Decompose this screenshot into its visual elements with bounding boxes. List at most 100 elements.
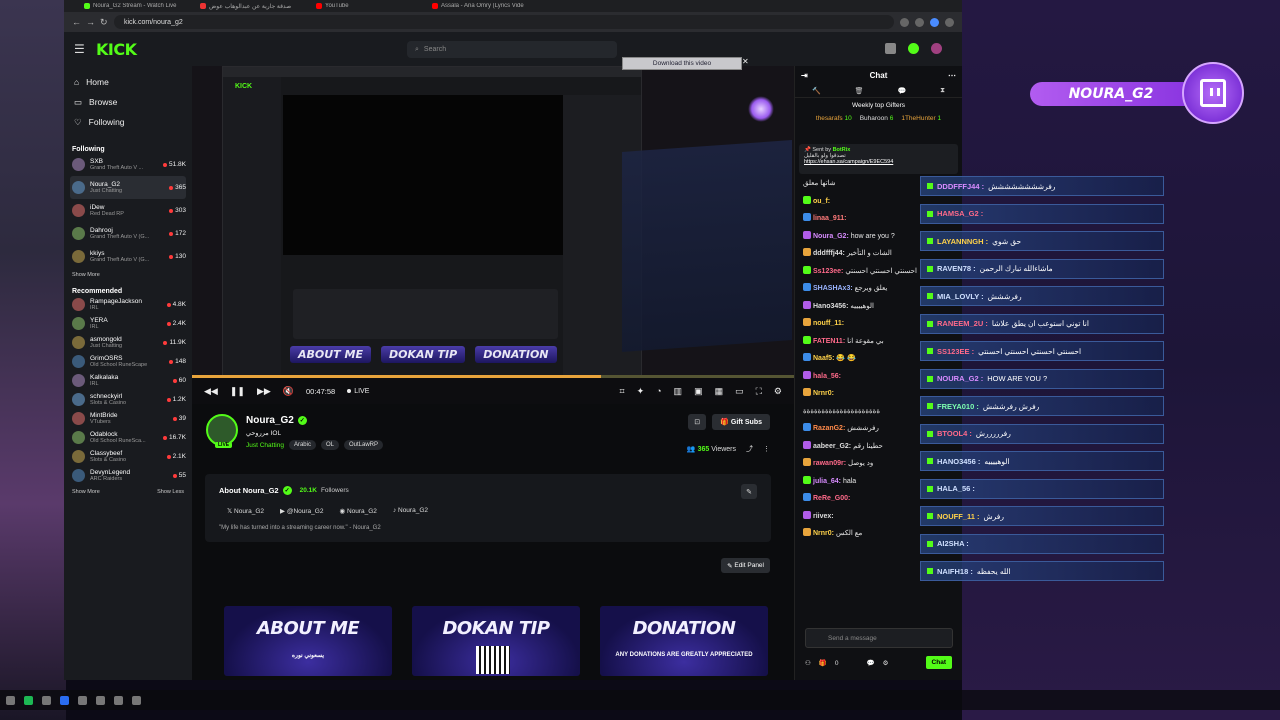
x-social-link[interactable]: 𝕏 Noura_G2 — [227, 507, 264, 515]
video-player[interactable]: KICK ABOUT ME DOKAN TIP DONATION ◀◀ ❚❚ ▶… — [192, 66, 794, 404]
gift-subs-button[interactable]: 🎁 Gift Subs — [712, 414, 770, 430]
chat-username[interactable]: ReRe_G00: — [813, 495, 850, 502]
more-icon[interactable]: ⋮ — [763, 445, 770, 453]
sidebar-channel[interactable]: kkiys Grand Theft Auto V (G... 130 — [70, 245, 186, 268]
app-icon[interactable] — [42, 695, 51, 705]
gifter-3[interactable]: 1TheHunter 1 — [901, 115, 941, 122]
extension-icon[interactable] — [900, 17, 909, 27]
chat-username[interactable]: aabeer_G2: — [813, 443, 853, 450]
chat-username[interactable]: riivex: — [813, 513, 834, 520]
clip-icon[interactable]: ⌗ — [619, 386, 624, 397]
points-icon[interactable]: ⚇ — [805, 659, 811, 667]
youtube-social-link[interactable]: ▶ @Noura_G2 — [280, 507, 323, 515]
sidebar-channel[interactable]: GrimOSRS Old School RuneScape 148 — [70, 352, 186, 371]
share-icon[interactable]: ⤴ — [746, 444, 753, 454]
show-more-following[interactable]: Show More — [70, 268, 186, 282]
discord-social-link[interactable]: ◉ Noura_G2 — [339, 507, 376, 515]
chat-username[interactable]: rawan09r: — [813, 460, 848, 467]
sidebar-channel[interactable]: Noura_G2 Just Chatting 365 — [70, 176, 186, 199]
forward-icon[interactable]: → — [86, 17, 95, 27]
edit-panel-button[interactable]: ✎ Edit Panel — [721, 558, 770, 573]
chat-username[interactable]: Nrnr0: — [813, 530, 836, 537]
forward-icon[interactable]: ▶▶ — [257, 386, 271, 397]
trash-icon[interactable]: 🗑 — [855, 87, 864, 95]
chat-username[interactable]: Noura_G2: — [813, 233, 851, 240]
chat-username[interactable]: FATEN11: — [813, 338, 847, 345]
chat-username[interactable]: dddfffj44: — [813, 250, 847, 257]
sidebar-channel[interactable]: Classybeef Slots & Casino 2.1K — [70, 447, 186, 466]
start-icon[interactable] — [6, 695, 15, 705]
notification-icon[interactable]: ⊡ — [688, 414, 707, 430]
tag-chip[interactable]: OL — [320, 440, 339, 450]
search-input[interactable]: ⌕ Search — [407, 41, 617, 58]
browser-tab[interactable]: Noura_G2 Stream - Watch Live — [84, 3, 194, 9]
columns-icon[interactable]: ▥ — [674, 386, 683, 397]
fullscreen-icon[interactable]: ⛶ — [756, 386, 762, 397]
chat-username[interactable]: Naaf5: — [813, 355, 836, 362]
kick-coin-icon[interactable] — [908, 43, 919, 54]
extension-icon[interactable] — [915, 17, 924, 27]
chat-username[interactable]: SHASHAx3: — [813, 285, 855, 292]
sidebar-channel[interactable]: asmongold Just Chatting 11.9K — [70, 333, 186, 352]
sidebar-channel[interactable]: Odablock Old School RuneSca... 16.7K — [70, 428, 186, 447]
donation-panel[interactable]: DONATION ANY DONATIONS ARE GREATLY APPREC… — [600, 606, 768, 676]
about-me-panel[interactable]: ABOUT ME يسعوني نوره — [224, 606, 392, 676]
app-icon[interactable] — [60, 695, 69, 705]
browser-tab[interactable]: YouTube — [316, 3, 426, 9]
sidebar-item-browse[interactable]: ▭ Browse — [70, 92, 186, 112]
speed-icon[interactable]: ◔ — [656, 386, 661, 397]
address-bar[interactable]: kick.com/noura_g2 — [114, 15, 894, 29]
chat-bubble-icon[interactable]: 💬 — [897, 87, 906, 95]
chat-username[interactable]: ou_f: — [813, 198, 830, 205]
gifter-2[interactable]: Buharoon 6 — [860, 115, 894, 122]
dokan-tip-panel[interactable]: DOKAN TIP — [412, 606, 580, 676]
sidebar-channel[interactable]: iDew Red Dead RP 303 — [70, 199, 186, 222]
boost-icon[interactable]: ✦ — [637, 386, 645, 397]
settings-icon[interactable]: ⚙ — [883, 659, 889, 667]
profile-icon[interactable] — [945, 17, 954, 27]
pip-icon[interactable]: ▣ — [694, 386, 703, 397]
chat-username[interactable]: Nrnr0: — [813, 390, 834, 397]
show-less-button[interactable]: Show Less — [157, 489, 184, 495]
sidebar-channel[interactable]: DevynLegend ARC Raiders 55 — [70, 466, 186, 485]
theater-icon[interactable]: ▦ — [715, 386, 724, 397]
tiktok-social-link[interactable]: ♪ Noura_G2 — [393, 507, 428, 515]
collapse-chat-icon[interactable]: ⇥ — [801, 71, 808, 80]
chat-username[interactable]: julia_64: — [813, 478, 843, 485]
extension-icon[interactable] — [930, 17, 939, 27]
chat-username[interactable]: Hano3456: — [813, 303, 850, 310]
chat-username[interactable]: linaa_911: — [813, 215, 846, 222]
gifter-1[interactable]: thesarafs 10 — [816, 115, 852, 122]
app-icon[interactable] — [78, 695, 87, 705]
tag-chip[interactable]: Arabic — [288, 440, 316, 450]
hourglass-icon[interactable]: ⧗ — [940, 87, 945, 95]
pinned-link[interactable]: https://ehsan.sa/campaign/E9EC594 — [804, 159, 953, 165]
app-icon[interactable] — [114, 695, 123, 705]
live-indicator[interactable]: LIVE — [347, 388, 369, 395]
sidebar-item-home[interactable]: ⌂ Home — [70, 72, 186, 92]
edit-about-button[interactable]: ✎ — [741, 484, 757, 499]
show-more-button[interactable]: Show More — [72, 489, 100, 495]
pause-icon[interactable]: ❚❚ — [230, 386, 245, 397]
tv-icon[interactable] — [885, 43, 896, 54]
browser-tab[interactable]: Assala - Ana Omry (Lyrics Vide — [432, 3, 542, 9]
category-link[interactable]: Just Chatting — [246, 442, 284, 449]
browser-tab[interactable]: صدقة جارية عن عبدالوهاب عوض — [200, 3, 310, 10]
chat-username[interactable]: Ss123ee: — [813, 268, 845, 275]
chat-username[interactable]: RazanG2: — [813, 425, 847, 432]
volume-muted-icon[interactable]: 🔇 — [283, 386, 294, 397]
sidebar-channel[interactable]: Dahrooj Grand Theft Auto V (G... 172 — [70, 222, 186, 245]
sidebar-channel[interactable]: schneckyirl Slots & Casino 1.2K — [70, 390, 186, 409]
sidebar-channel[interactable]: RampageJackson IRL 4.8K — [70, 295, 186, 314]
sidebar-item-following[interactable]: ♡ Following — [70, 112, 186, 132]
app-icon[interactable] — [132, 695, 141, 705]
close-icon[interactable]: ✕ — [742, 57, 752, 70]
settings-icon[interactable]: ⚙ — [774, 386, 782, 397]
sidebar-channel[interactable]: YERA IRL 2.4K — [70, 314, 186, 333]
emote-icon[interactable]: 💬 — [867, 659, 875, 667]
app-icon[interactable] — [96, 695, 105, 705]
cast-icon[interactable]: ▭ — [735, 386, 744, 397]
chat-username[interactable]: nouff_11: — [813, 320, 844, 327]
rewind-icon[interactable]: ◀◀ — [204, 386, 218, 397]
sidebar-channel[interactable]: SXB Grand Theft Auto V ... 51.8K — [70, 153, 186, 176]
